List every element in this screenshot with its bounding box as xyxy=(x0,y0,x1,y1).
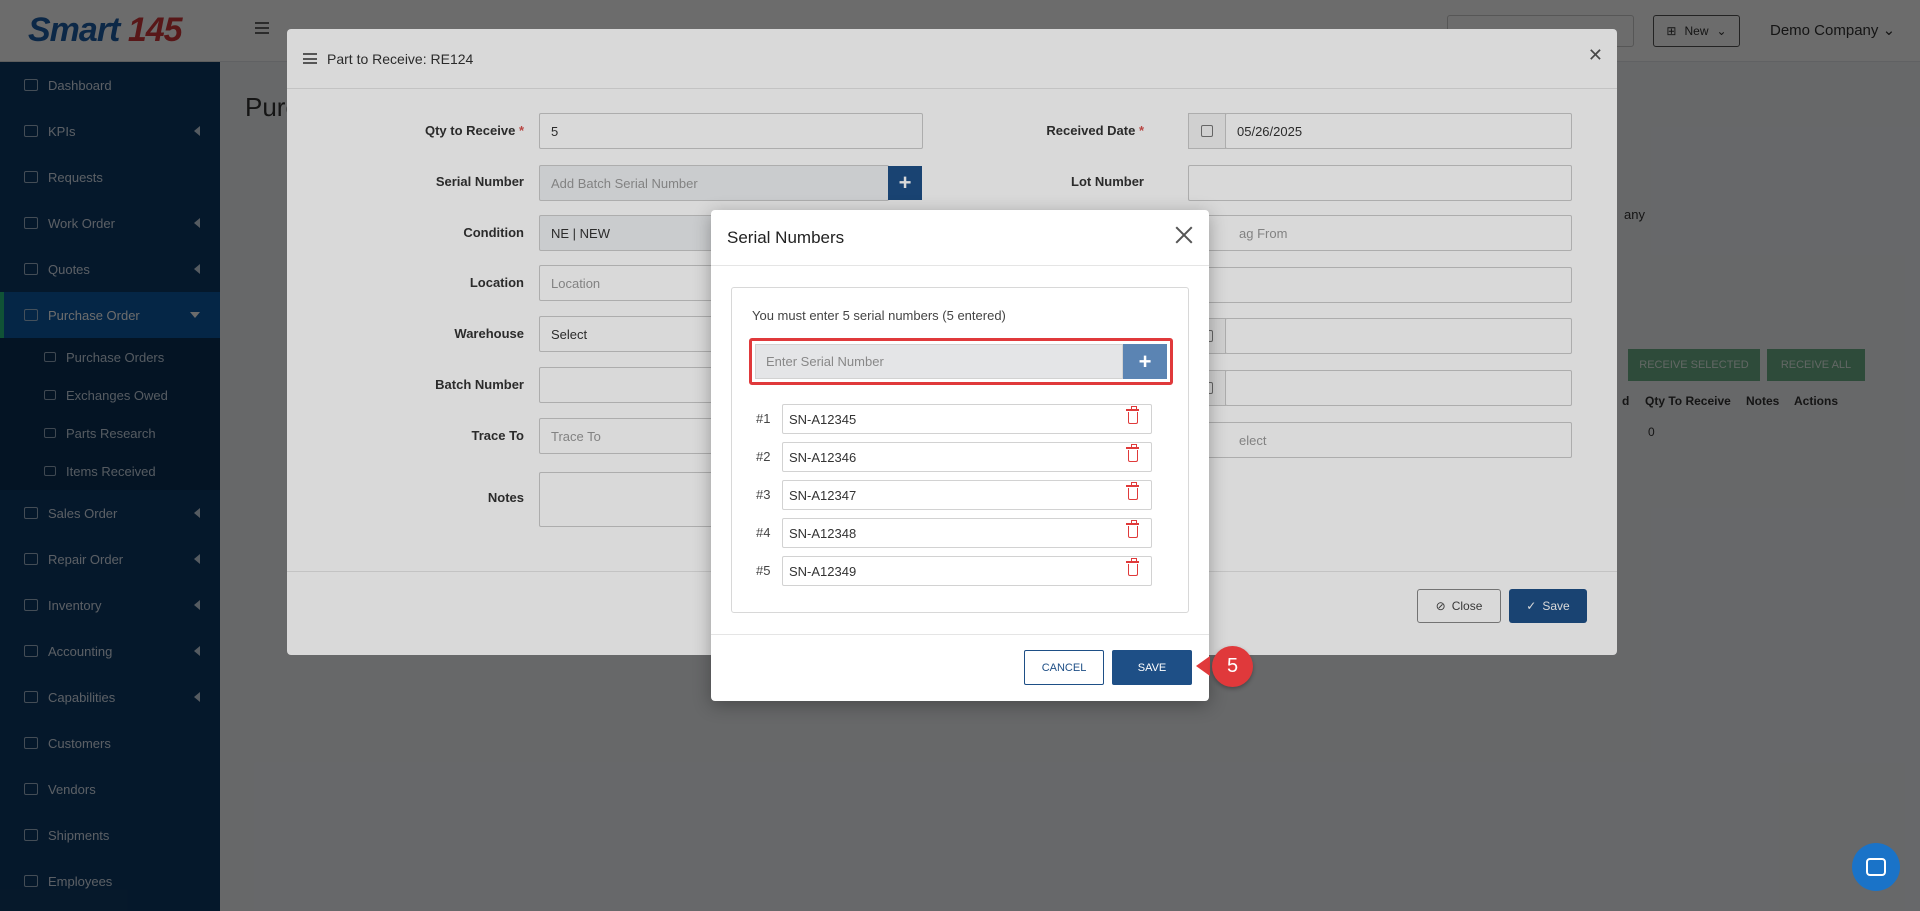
chat-icon xyxy=(1866,858,1886,876)
trash-icon[interactable] xyxy=(1126,520,1139,538)
add-serial-button[interactable]: + xyxy=(1123,344,1167,379)
serial-value-input[interactable]: SN-A12349 xyxy=(782,556,1152,586)
serial-row: #5 SN-A12349 xyxy=(752,556,1152,586)
trash-icon[interactable] xyxy=(1126,558,1139,576)
serial-row: #1 SN-A12345 xyxy=(752,404,1152,434)
serial-entry-highlight: Enter Serial Number + xyxy=(749,338,1173,385)
serial-row: #4 SN-A12348 xyxy=(752,518,1152,548)
serial-count-message: You must enter 5 serial numbers (5 enter… xyxy=(752,308,1006,323)
serial-number-input[interactable]: Enter Serial Number xyxy=(755,344,1123,379)
serial-row: #3 SN-A12347 xyxy=(752,480,1152,510)
serial-value-input[interactable]: SN-A12347 xyxy=(782,480,1152,510)
serial-modal-title: Serial Numbers xyxy=(711,210,1209,266)
close-icon[interactable] xyxy=(1173,224,1195,246)
callout-pointer xyxy=(1196,656,1210,676)
chat-button[interactable] xyxy=(1852,843,1900,891)
serial-value-input[interactable]: SN-A12346 xyxy=(782,442,1152,472)
save-serials-button[interactable]: SAVE xyxy=(1112,650,1192,685)
serial-row: #2 SN-A12346 xyxy=(752,442,1152,472)
serial-numbers-modal: Serial Numbers You must enter 5 serial n… xyxy=(711,210,1209,701)
serial-panel: You must enter 5 serial numbers (5 enter… xyxy=(731,287,1189,613)
serial-value-input[interactable]: SN-A12348 xyxy=(782,518,1152,548)
trash-icon[interactable] xyxy=(1126,444,1139,462)
step-badge: 5 xyxy=(1212,646,1253,687)
trash-icon[interactable] xyxy=(1126,406,1139,424)
serial-modal-footer xyxy=(711,634,1209,635)
cancel-button[interactable]: CANCEL xyxy=(1024,650,1104,685)
trash-icon[interactable] xyxy=(1126,482,1139,500)
serial-value-input[interactable]: SN-A12345 xyxy=(782,404,1152,434)
